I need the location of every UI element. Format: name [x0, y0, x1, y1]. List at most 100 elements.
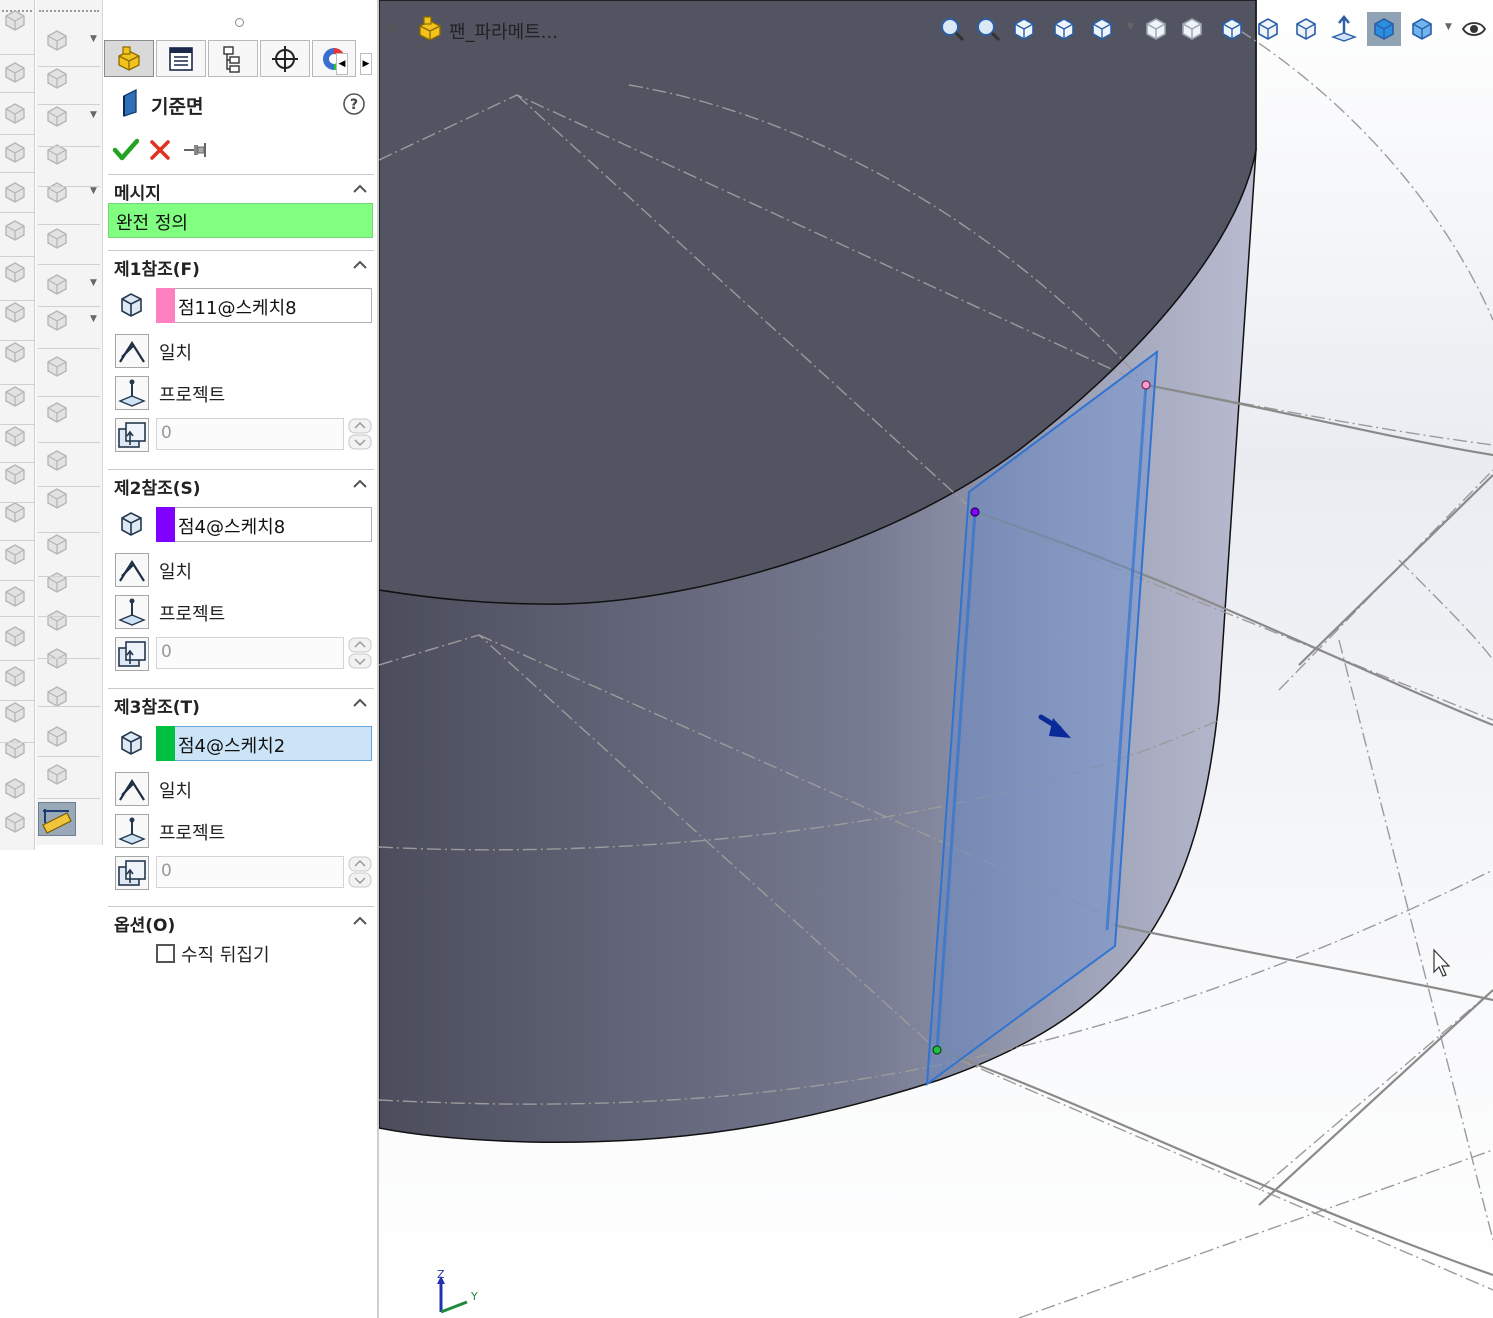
feature-command-icon[interactable] — [2, 100, 28, 126]
chevron-down-icon[interactable]: ▼ — [90, 278, 97, 288]
feature-command-icon[interactable] — [2, 139, 28, 165]
reference-3-section-header[interactable]: 제3참조(T) — [108, 688, 374, 719]
feature-command-icon[interactable] — [44, 531, 70, 557]
feature-command-icon[interactable] — [2, 217, 28, 243]
feature-command-icon[interactable] — [2, 735, 28, 761]
hidden-lines-removed-button[interactable] — [1289, 12, 1323, 46]
cancel-button[interactable] — [148, 138, 172, 162]
collapse-chevron-icon[interactable] — [352, 476, 368, 492]
project-button[interactable] — [115, 376, 149, 410]
feature-command-icon[interactable] — [2, 339, 28, 365]
feature-command-icon[interactable] — [2, 583, 28, 609]
display-style-button[interactable] — [1139, 12, 1173, 46]
tab-featuremanager[interactable] — [104, 40, 154, 77]
message-section-header[interactable]: 메시지 — [108, 174, 374, 205]
flip-normal-checkbox[interactable] — [156, 944, 175, 963]
coincident-button[interactable] — [115, 553, 149, 587]
feature-command-icon[interactable] — [44, 307, 70, 333]
pushpin-button[interactable] — [182, 140, 208, 160]
reference-1-selection-field[interactable]: 점11@스케치8 — [175, 288, 372, 323]
feature-command-icon[interactable] — [44, 569, 70, 595]
feature-command-icon[interactable] — [2, 259, 28, 285]
collapse-chevron-icon[interactable] — [352, 913, 368, 929]
distance-button[interactable] — [115, 856, 149, 890]
hide-show-items-button[interactable] — [1457, 12, 1491, 46]
question-icon[interactable]: ? — [342, 92, 366, 116]
coincident-label[interactable]: 일치 — [159, 777, 192, 803]
distance-button[interactable] — [115, 637, 149, 671]
hidden-lines-visible-button[interactable] — [1251, 12, 1285, 46]
shaded-with-edges-button[interactable] — [1405, 12, 1439, 46]
feature-command-icon[interactable] — [44, 141, 70, 167]
distance-button[interactable] — [115, 418, 149, 452]
zoom-to-area-button[interactable] — [971, 12, 1005, 46]
chevron-down-icon[interactable]: ▼ — [1127, 22, 1134, 32]
reference-3-selection-field[interactable]: 점4@스케치2 — [175, 726, 372, 761]
feature-command-icon[interactable] — [2, 179, 28, 205]
feature-command-icon[interactable] — [2, 775, 28, 801]
panel-collapse-handle[interactable] — [235, 18, 244, 27]
project-label[interactable]: 프로젝트 — [159, 600, 225, 626]
shaded-button[interactable] — [1367, 12, 1401, 46]
feature-command-icon[interactable] — [44, 179, 70, 205]
coincident-label[interactable]: 일치 — [159, 558, 192, 584]
part-icon[interactable] — [415, 14, 445, 44]
feature-command-icon[interactable] — [2, 541, 28, 567]
collapse-chevron-icon[interactable] — [352, 257, 368, 273]
feature-command-icon[interactable] — [44, 485, 70, 511]
reference-2-selection-field[interactable]: 점4@스케치8 — [175, 507, 372, 542]
feature-command-icon[interactable] — [2, 299, 28, 325]
feature-command-icon[interactable] — [44, 65, 70, 91]
tab-propertymanager[interactable] — [156, 40, 206, 77]
chevron-down-icon[interactable]: ▼ — [90, 110, 97, 120]
options-section-header[interactable]: 옵션(O) — [108, 906, 374, 937]
section-view-button[interactable] — [1047, 12, 1081, 46]
tab-scroll-right[interactable]: ▶ — [360, 53, 372, 75]
chevron-down-icon[interactable]: ▼ — [90, 186, 97, 196]
measure-tool-button[interactable] — [38, 802, 76, 836]
tree-expand-arrow[interactable]: ▶ — [389, 20, 398, 34]
feature-command-icon[interactable] — [2, 7, 28, 33]
distance-spinner[interactable] — [348, 856, 372, 888]
feature-command-icon[interactable] — [2, 383, 28, 409]
coincident-button[interactable] — [115, 772, 149, 806]
tab-scroll-left[interactable]: ◀ — [336, 53, 348, 75]
coincident-button[interactable] — [115, 334, 149, 368]
previous-view-button[interactable] — [1007, 12, 1041, 46]
feature-command-icon[interactable] — [44, 225, 70, 251]
feature-command-icon[interactable] — [2, 623, 28, 649]
zoom-to-fit-button[interactable] — [935, 12, 969, 46]
feature-command-icon[interactable] — [44, 447, 70, 473]
feature-command-icon[interactable] — [44, 399, 70, 425]
distance-input[interactable]: 0 — [156, 856, 344, 888]
hide-lines-button[interactable] — [1175, 12, 1209, 46]
collapse-chevron-icon[interactable] — [352, 695, 368, 711]
distance-spinner[interactable] — [348, 637, 372, 669]
strip-grip[interactable] — [39, 10, 99, 12]
feature-command-icon[interactable] — [2, 423, 28, 449]
feature-command-icon[interactable] — [2, 809, 28, 835]
chevron-down-icon[interactable]: ▼ — [90, 314, 97, 324]
feature-command-icon[interactable] — [44, 271, 70, 297]
feature-command-icon[interactable] — [2, 59, 28, 85]
breadcrumb-part-name[interactable]: 팬_파라메트... — [449, 18, 558, 44]
feature-command-icon[interactable] — [44, 761, 70, 787]
coincident-label[interactable]: 일치 — [159, 339, 192, 365]
distance-input[interactable]: 0 — [156, 637, 344, 669]
view-orientation-button[interactable] — [1085, 12, 1119, 46]
feature-command-icon[interactable] — [44, 103, 70, 129]
feature-command-icon[interactable] — [44, 27, 70, 53]
feature-command-icon[interactable] — [2, 663, 28, 689]
tab-configurationmanager[interactable] — [208, 40, 258, 77]
feature-command-icon[interactable] — [2, 461, 28, 487]
feature-command-icon[interactable] — [2, 699, 28, 725]
collapse-chevron-icon[interactable] — [352, 181, 368, 197]
distance-spinner[interactable] — [348, 418, 372, 450]
project-button[interactable] — [115, 595, 149, 629]
distance-input[interactable]: 0 — [156, 418, 344, 450]
project-label[interactable]: 프로젝트 — [159, 819, 225, 845]
model-view[interactable] — [379, 0, 1493, 1318]
project-label[interactable]: 프로젝트 — [159, 381, 225, 407]
reference-1-section-header[interactable]: 제1참조(F) — [108, 250, 374, 281]
chevron-down-icon[interactable]: ▼ — [1445, 22, 1452, 32]
